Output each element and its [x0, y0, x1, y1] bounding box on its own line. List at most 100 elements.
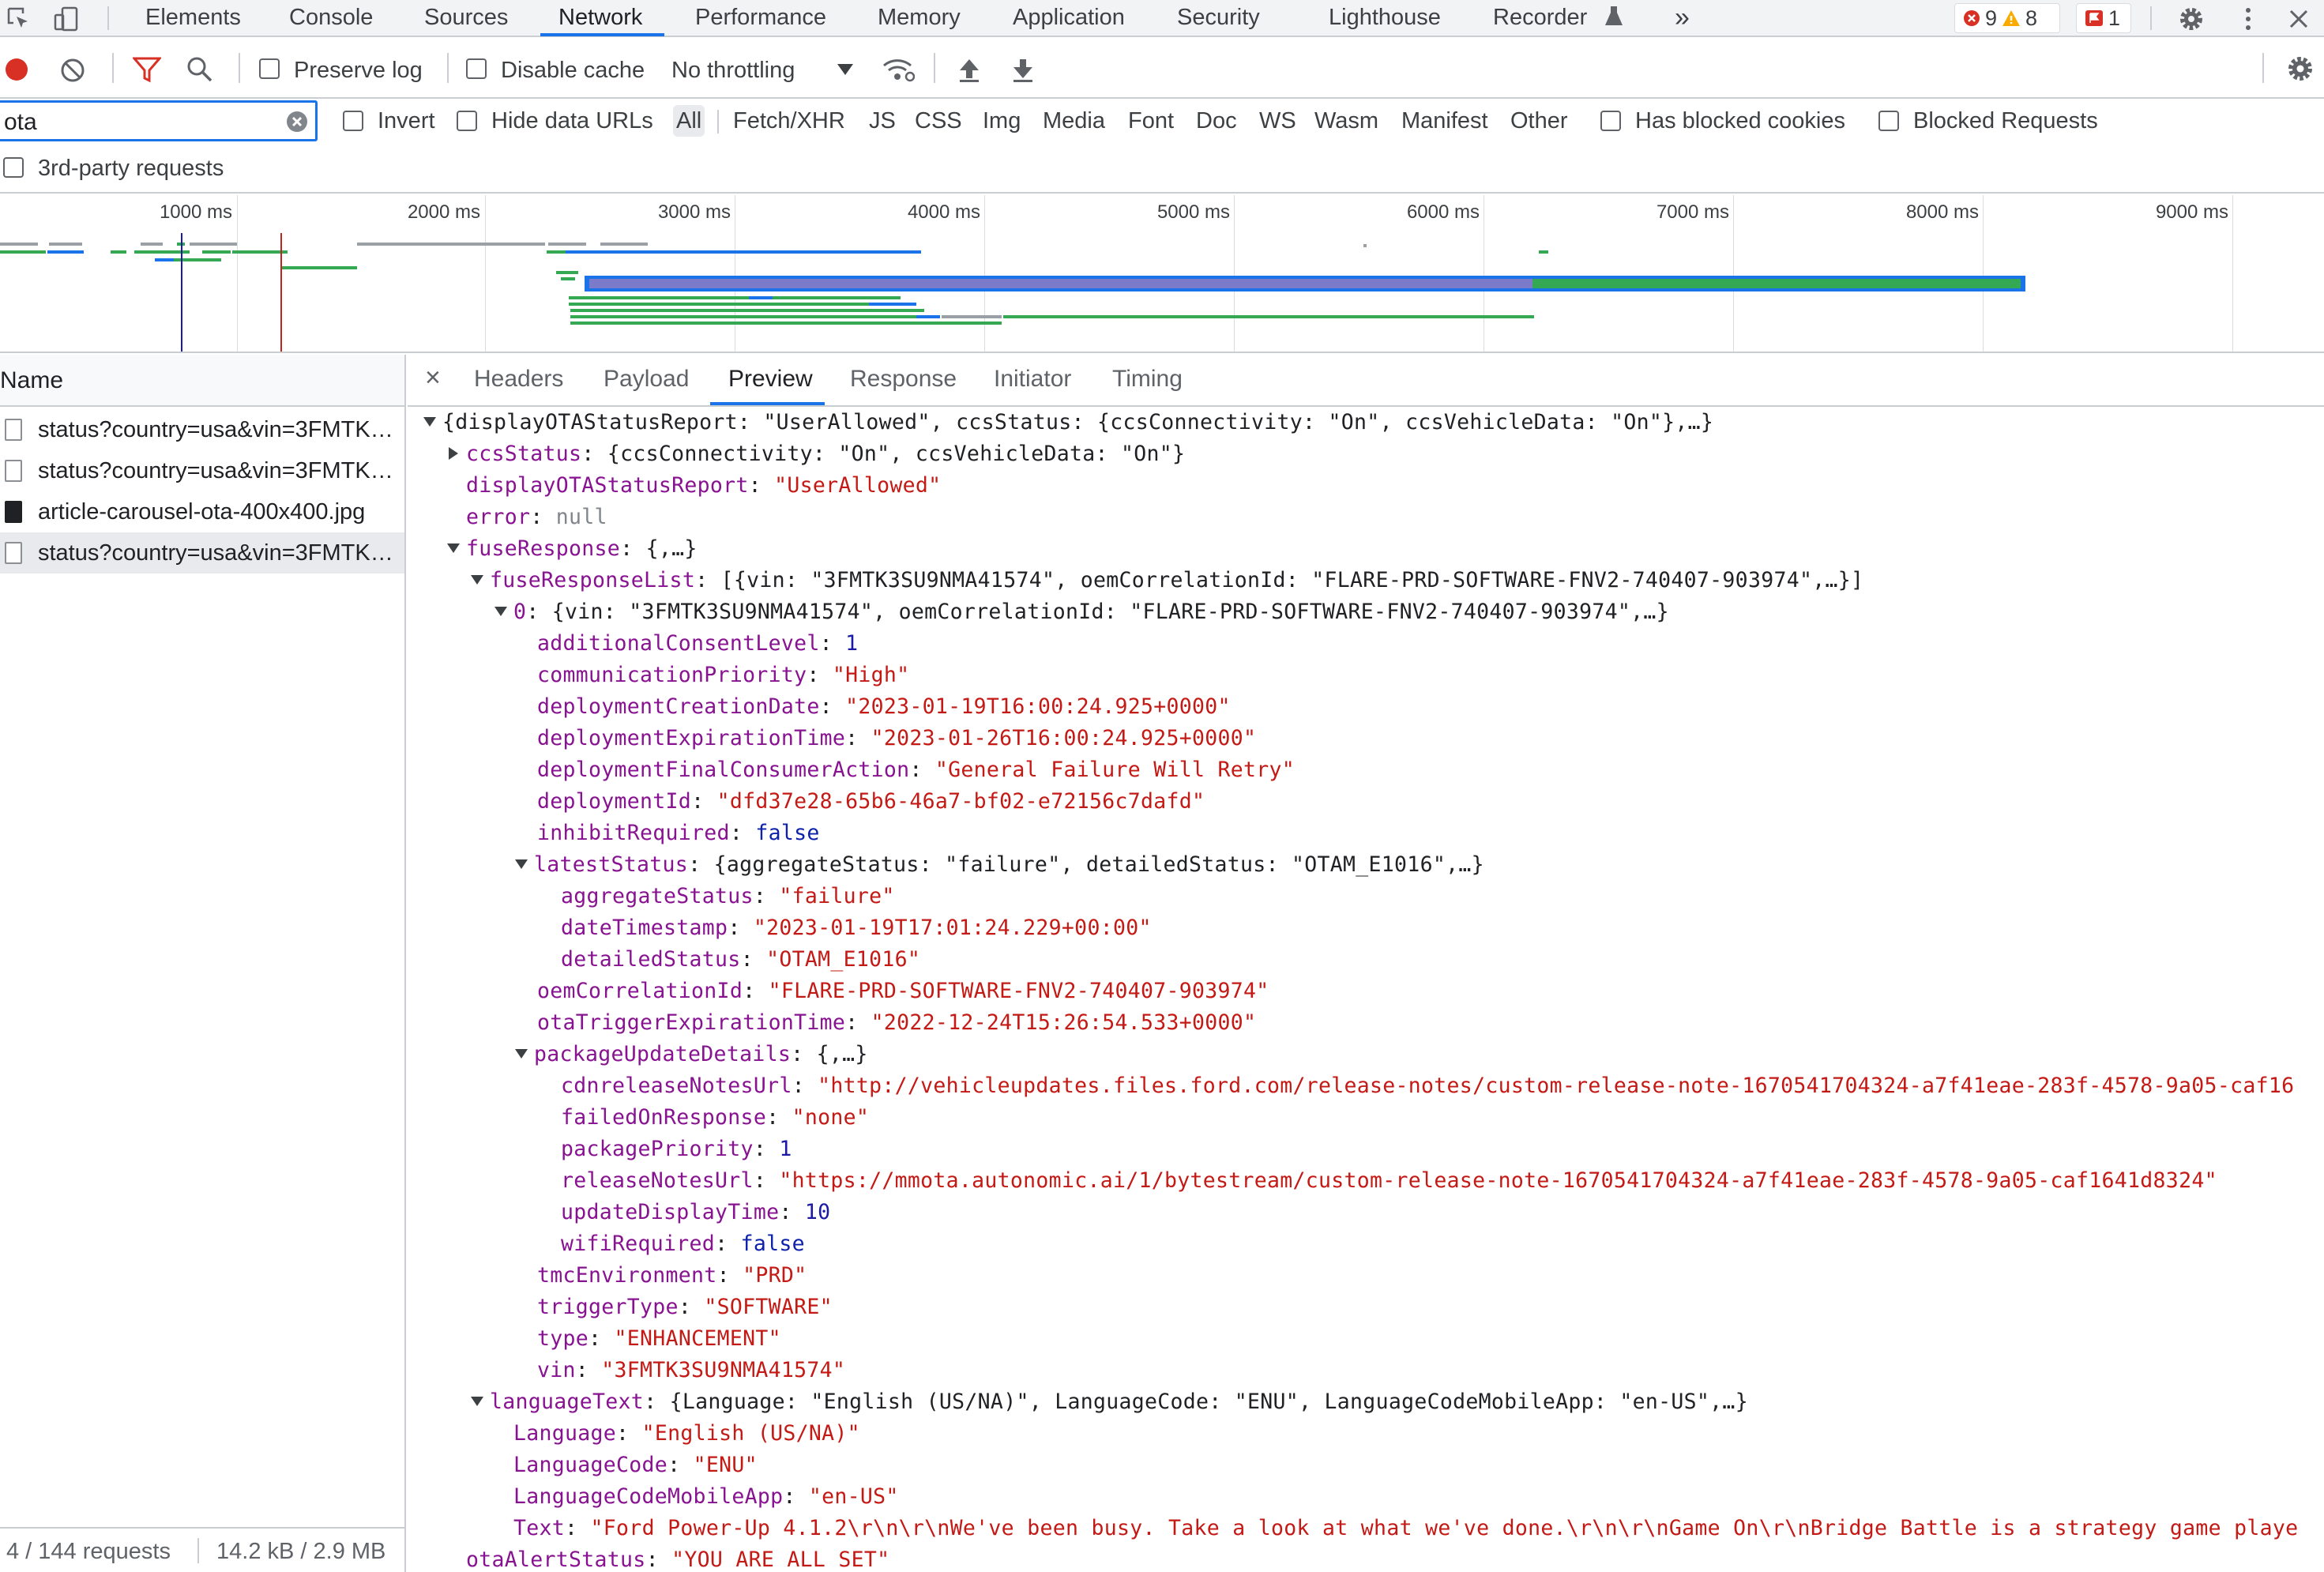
kebab-menu-icon[interactable]: [2234, 5, 2262, 33]
filter-funnel-icon[interactable]: [133, 56, 161, 83]
expand-triangle-icon[interactable]: [471, 1396, 483, 1406]
collapse-triangle-icon[interactable]: [449, 446, 458, 460]
type-filter-manifest[interactable]: Manifest: [1398, 105, 1491, 137]
type-filter-other[interactable]: Other: [1507, 105, 1571, 137]
tree-node-fuseresponse[interactable]: fuseResponse: {,…}: [447, 533, 698, 565]
tab-elements[interactable]: Elements: [145, 0, 241, 36]
tab-headers[interactable]: Headers: [474, 366, 563, 393]
inspect-element-icon[interactable]: [5, 5, 33, 33]
tree-node-oemcorrelationid: oemCorrelationId: "FLARE-PRD-SOFTWARE-FN…: [537, 979, 1269, 1003]
hide-data-urls-checkbox[interactable]: [457, 111, 477, 131]
type-filter-css[interactable]: CSS: [912, 105, 965, 137]
preserve-log-checkbox[interactable]: [259, 58, 280, 79]
tree-node-datetimestamp: dateTimestamp: "2023-01-19T17:01:24.229+…: [561, 916, 1152, 940]
blocked-requests-checkbox[interactable]: [1878, 111, 1899, 131]
tab-memory[interactable]: Memory: [878, 0, 961, 36]
request-row[interactable]: status?country=usa&vin=3FMTK3SU9NMA41574: [0, 409, 404, 450]
tree-node-deploymentcreationdate: deploymentCreationDate: "2023-01-19T16:0…: [537, 694, 1231, 719]
dropdown-arrow-icon[interactable]: [837, 64, 853, 75]
tree-node-otatriggerexpirationtime: otaTriggerExpirationTime: "2022-12-24T15…: [537, 1010, 1257, 1035]
request-row[interactable]: status?country=usa&vin=3FMTK3SU9NMA41574: [0, 450, 404, 491]
third-party-requests-label: 3rd-party requests: [38, 156, 224, 181]
tab-network[interactable]: Network: [558, 0, 642, 36]
tab-preview[interactable]: Preview: [728, 366, 813, 393]
settings-gear-icon[interactable]: [2177, 5, 2206, 33]
tree-node-languagecodemobileapp: LanguageCodeMobileApp: "en-US": [513, 1484, 899, 1509]
tab-lighthouse[interactable]: Lighthouse: [1329, 0, 1441, 36]
tree-node-error: error: null: [466, 505, 607, 529]
tree-node-ccsstatus[interactable]: ccsStatus: {ccsConnectivity: "On", ccsVe…: [447, 438, 1185, 470]
filter-input-container: [0, 100, 318, 141]
disable-cache-checkbox[interactable]: [466, 58, 487, 79]
has-blocked-cookies-checkbox[interactable]: [1600, 111, 1621, 131]
expand-triangle-icon[interactable]: [515, 859, 528, 869]
filter-input[interactable]: [4, 109, 273, 136]
clear-log-icon[interactable]: [60, 58, 85, 83]
type-filter-doc[interactable]: Doc: [1193, 105, 1240, 137]
tab-initiator[interactable]: Initiator: [994, 366, 1071, 393]
throttling-select[interactable]: No throttling: [671, 57, 795, 84]
tree-node-text: Text: "Ford Power-Up 4.1.2\r\n\r\nWe've …: [513, 1516, 2299, 1540]
tree-node-packageupdatedetails[interactable]: packageUpdateDetails: {,…}: [515, 1039, 868, 1070]
type-filter-all[interactable]: All: [673, 105, 705, 137]
tree-node-failedonresponse: failedOnResponse: "none": [561, 1105, 870, 1130]
tree-node-lateststatus[interactable]: latestStatus: {aggregateStatus: "failure…: [515, 849, 1484, 881]
expand-triangle-icon[interactable]: [495, 606, 507, 616]
clear-filter-icon[interactable]: [285, 110, 309, 134]
third-party-requests-checkbox[interactable]: [3, 157, 24, 178]
close-detail-icon[interactable]: ×: [425, 363, 441, 393]
expand-triangle-icon[interactable]: [515, 1048, 528, 1059]
network-overview-timeline[interactable]: 1000 ms 2000 ms 3000 ms 4000 ms 5000 ms …: [0, 195, 2324, 353]
request-name: status?country=usa&vin=3FMTK3SU9NMA41574: [38, 540, 404, 566]
device-toolbar-icon[interactable]: [52, 5, 81, 33]
issue-count: 1: [2108, 6, 2121, 30]
request-name: article-carousel-ota-400x400.jpg: [38, 498, 366, 525]
tab-timing[interactable]: Timing: [1112, 366, 1183, 393]
invert-checkbox[interactable]: [343, 111, 363, 131]
tree-node-item-0[interactable]: 0: {vin: "3FMTK3SU9NMA41574", oemCorrela…: [495, 596, 1669, 628]
request-list-header[interactable]: Name: [0, 355, 404, 407]
tab-sources[interactable]: Sources: [424, 0, 508, 36]
expand-triangle-icon[interactable]: [423, 416, 436, 427]
tabbar-divider: [2150, 6, 2152, 30]
tab-application[interactable]: Application: [1013, 0, 1125, 36]
expand-triangle-icon[interactable]: [447, 543, 460, 553]
tab-response[interactable]: Response: [850, 366, 957, 393]
tab-console[interactable]: Console: [289, 0, 373, 36]
tree-node-fuseresponselist[interactable]: fuseResponseList: [{vin: "3FMTK3SU9NMA41…: [471, 565, 1863, 596]
tree-root[interactable]: {displayOTAStatusReport: "UserAllowed", …: [423, 407, 1713, 438]
network-conditions-wifi-icon[interactable]: [882, 56, 915, 83]
export-har-download-icon[interactable]: [1011, 56, 1035, 83]
type-filter-media[interactable]: Media: [1040, 105, 1108, 137]
search-icon[interactable]: [186, 56, 213, 83]
issues-counter[interactable]: 1: [2076, 3, 2131, 33]
tree-node-languagetext[interactable]: languageText: {Language: "English (US/NA…: [471, 1386, 1748, 1418]
request-row[interactable]: article-carousel-ota-400x400.jpg: [0, 491, 404, 532]
tab-recorder[interactable]: Recorder: [1493, 0, 1587, 36]
type-filter-img[interactable]: Img: [980, 105, 1024, 137]
tab-payload[interactable]: Payload: [604, 366, 689, 393]
console-counts[interactable]: 9 8: [1954, 3, 2060, 33]
tabbar-divider: [107, 6, 109, 30]
type-filter-ws[interactable]: WS: [1256, 105, 1299, 137]
tab-security[interactable]: Security: [1177, 0, 1260, 36]
expand-triangle-icon[interactable]: [471, 574, 483, 585]
tree-node-vin: vin: "3FMTK3SU9NMA41574": [537, 1358, 846, 1382]
type-filter-wasm[interactable]: Wasm: [1311, 105, 1382, 137]
close-devtools-icon[interactable]: [2285, 5, 2313, 33]
request-row-selected[interactable]: status?country=usa&vin=3FMTK3SU9NMA41574: [0, 532, 404, 574]
issue-flag-icon: [2085, 9, 2104, 27]
request-name: status?country=usa&vin=3FMTK3SU9NMA41574: [38, 457, 404, 483]
tree-node-languagecode: LanguageCode: "ENU": [513, 1453, 758, 1477]
record-button[interactable]: [5, 58, 28, 81]
more-tabs-chevron-icon[interactable]: »: [1675, 0, 1690, 36]
import-har-upload-icon[interactable]: [957, 56, 981, 83]
tab-performance[interactable]: Performance: [695, 0, 826, 36]
type-filter-fetch-xhr[interactable]: Fetch/XHR: [730, 105, 848, 137]
tree-node-cdnreleasenotesurl: cdnreleaseNotesUrl: "http://vehicleupdat…: [561, 1074, 2295, 1098]
type-filter-font[interactable]: Font: [1125, 105, 1177, 137]
network-settings-gear-icon[interactable]: [2286, 55, 2315, 83]
tree-node-aggregatestatus: aggregateStatus: "failure": [561, 884, 895, 908]
type-filter-js[interactable]: JS: [866, 105, 899, 137]
filter-divider: [717, 110, 719, 134]
